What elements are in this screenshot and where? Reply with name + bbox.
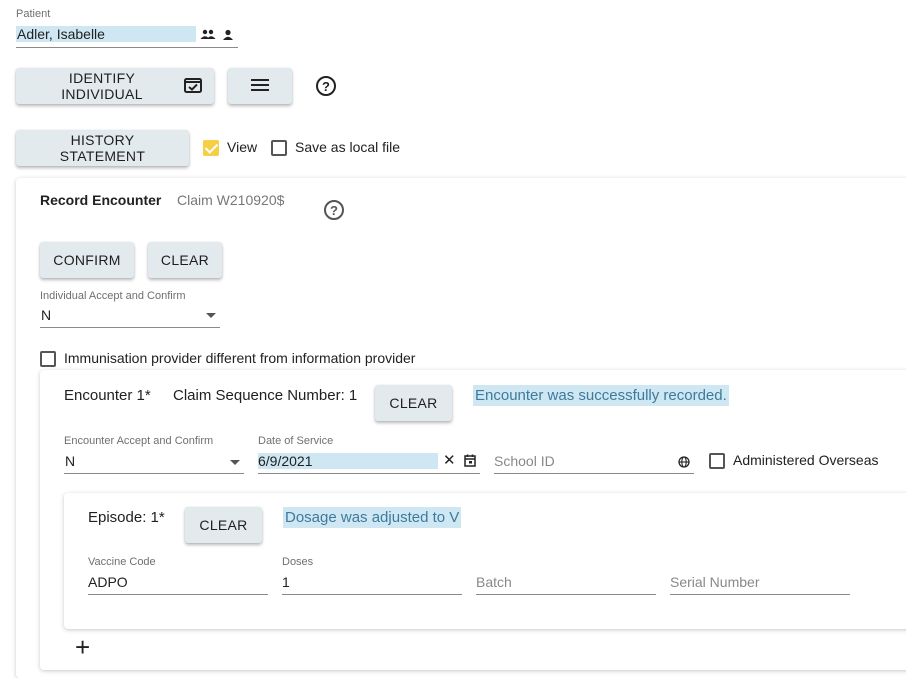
clear-button[interactable]: CLEAR — [148, 242, 222, 278]
view-label: View — [227, 139, 258, 155]
serial-number-placeholder: Serial Number — [670, 574, 760, 590]
encounter-title: Encounter 1* — [64, 387, 151, 404]
patient-name: Adler, Isabelle — [16, 26, 196, 42]
add-episode-icon[interactable]: + — [75, 634, 90, 660]
history-statement-button[interactable]: HISTORY STATEMENT — [16, 130, 189, 166]
claim-sequence-number: Claim Sequence Number: 1 — [173, 387, 358, 404]
check-box-icon — [184, 77, 202, 96]
school-id-placeholder: School ID — [494, 453, 555, 469]
individual-accept-value: N — [41, 307, 52, 323]
serial-number-field[interactable]: Serial Number — [670, 571, 850, 595]
vaccine-code-field[interactable]: ADPO — [88, 571, 268, 595]
administered-overseas-checkbox[interactable] — [709, 453, 725, 469]
help-circle-icon[interactable]: ? — [316, 76, 336, 96]
record-encounter-title: Record Encounter — [40, 192, 162, 208]
episode-clear-button[interactable]: CLEAR — [185, 507, 262, 543]
encounter-clear-button[interactable]: CLEAR — [375, 385, 452, 421]
date-of-service-field[interactable]: 6/9/2021 ✕ — [258, 450, 480, 474]
encounter-accept-select[interactable]: N — [64, 450, 244, 474]
claim-id: Claim W210920$ — [177, 192, 285, 208]
save-local-label: Save as local file — [295, 139, 401, 155]
episode-title: Episode: 1* — [88, 509, 165, 526]
doses-field[interactable]: 1 — [282, 571, 462, 595]
identify-individual-button[interactable]: IDENTIFY INDIVIDUAL — [16, 68, 214, 104]
encounter-accept-value: N — [65, 453, 76, 469]
immunisation-provider-label: Immunisation provider different from inf… — [64, 350, 416, 366]
administered-overseas-label: Administered Overseas — [733, 452, 879, 468]
encounter-accept-label: Encounter Accept and Confirm — [64, 435, 214, 447]
vaccine-code-value: ADPO — [88, 574, 128, 590]
date-of-service-value: 6/9/2021 — [258, 453, 438, 469]
patient-field[interactable]: Adler, Isabelle — [16, 26, 238, 48]
patient-label: Patient — [16, 8, 51, 20]
vaccine-code-label: Vaccine Code — [88, 556, 156, 568]
encounter-success-message: Encounter was successfully recorded. — [473, 385, 729, 406]
date-of-service-label: Date of Service — [258, 435, 334, 447]
globe-icon[interactable] — [678, 455, 690, 473]
doses-value: 1 — [282, 574, 290, 590]
dosage-adjusted-message: Dosage was adjusted to V — [283, 507, 462, 528]
doses-label: Doses — [282, 556, 314, 568]
save-local-checkbox[interactable] — [271, 140, 287, 156]
clear-date-icon[interactable]: ✕ — [443, 453, 456, 468]
person-icon[interactable] — [222, 28, 234, 40]
confirm-button[interactable]: CONFIRM — [40, 242, 134, 278]
individual-accept-label: Individual Accept and Confirm — [40, 290, 186, 302]
menu-icon — [250, 78, 270, 95]
individual-accept-select[interactable]: N — [40, 305, 220, 328]
calendar-icon[interactable] — [464, 454, 476, 472]
school-id-field[interactable]: School ID — [494, 450, 694, 474]
batch-placeholder: Batch — [476, 574, 512, 590]
dropdown-arrow-icon — [206, 313, 216, 318]
record-help-icon[interactable]: ? — [324, 200, 344, 220]
batch-field[interactable]: Batch — [476, 571, 656, 595]
immunisation-provider-checkbox[interactable] — [40, 351, 56, 367]
menu-button[interactable] — [228, 68, 292, 104]
identify-individual-label: IDENTIFY INDIVIDUAL — [61, 70, 143, 102]
view-checkbox[interactable] — [203, 140, 219, 156]
people-icon[interactable] — [200, 28, 216, 40]
dropdown-arrow-icon — [230, 460, 240, 465]
